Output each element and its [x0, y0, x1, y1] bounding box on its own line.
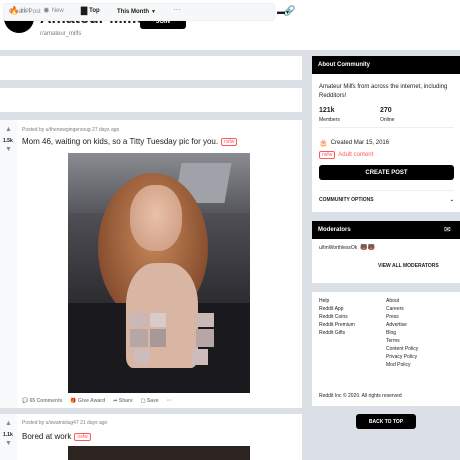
nsfw-badge: nsfw	[221, 137, 238, 146]
card-view-icon: ▬	[277, 7, 285, 16]
created-date: 🎂 Created Mar 15, 2016	[319, 139, 389, 147]
nsfw-badge: nsfw	[319, 151, 336, 159]
face	[130, 185, 182, 251]
flame-icon: 🔥	[9, 6, 19, 15]
censor-block	[130, 313, 148, 327]
footer-link[interactable]: Reddit App	[319, 306, 355, 312]
post-actions: 💬 65 Comments 🎁 Give Award ➦ Share ▢ Sav…	[22, 398, 172, 404]
footer-link[interactable]: Press	[386, 314, 418, 320]
post-title-row: Bored at work nsfw	[22, 432, 91, 441]
give-award-label: Give Award	[78, 398, 106, 404]
sort-hot[interactable]: 🔥 Hot	[9, 6, 30, 15]
copyright: Reddit Inc © 2020. All rights reserved	[319, 393, 402, 399]
sort-top-label: Top	[89, 7, 100, 14]
footer-link[interactable]: Help	[319, 298, 355, 304]
censor-block	[196, 329, 214, 347]
chevron-down-icon: ⌄	[449, 197, 454, 203]
save-label: Save	[146, 398, 159, 404]
divider	[319, 190, 454, 191]
mail-icon[interactable]: ✉	[444, 225, 451, 234]
post-meta: Posted by u/thenewgingersoug 27 days ago	[22, 127, 120, 133]
footer-link[interactable]: Mod Policy	[386, 362, 418, 368]
post-title[interactable]: Bored at work	[22, 432, 71, 441]
footer-link[interactable]: Reddit Coins	[319, 314, 355, 320]
footer-link[interactable]: About	[386, 298, 418, 304]
comments-label: 65 Comments	[29, 398, 63, 404]
about-community-heading: About Community	[312, 56, 460, 74]
moderator-item[interactable]: u/ImWorthlessOk 🐻🐻	[319, 244, 376, 252]
censor-block	[192, 349, 208, 365]
save-button[interactable]: ▢ Save	[141, 398, 159, 404]
time-period-dropdown[interactable]: This Month ▼	[113, 5, 160, 19]
chevron-down-icon: ▼	[151, 9, 156, 15]
upvote-icon[interactable]: ▲	[5, 420, 12, 427]
view-toggle[interactable]: ▬▼	[277, 7, 290, 16]
sparkle-icon: ✹	[43, 6, 50, 15]
back-to-top-button[interactable]: BACK TO TOP	[356, 414, 416, 429]
view-all-moderators-button[interactable]: VIEW ALL MODERATORS	[378, 263, 439, 269]
comments-button[interactable]: 💬 65 Comments	[22, 398, 62, 404]
created-date-label: Created Mar 15, 2016	[330, 140, 390, 146]
post-meta: Posted by u/swamislug47 21 days ago	[22, 420, 108, 426]
bar-chart-icon: ▇	[81, 6, 88, 15]
post-image[interactable]	[68, 153, 250, 393]
post-score: 1.1k	[3, 432, 13, 438]
sort-new-label: New	[51, 7, 64, 14]
adult-content-row: nsfw Adult content	[319, 151, 373, 159]
footer-link[interactable]: Reddit Gifts	[319, 330, 355, 336]
vote-column	[0, 120, 17, 408]
chevron-down-icon: ▼	[285, 10, 290, 16]
footer-link[interactable]: Terms	[386, 338, 418, 344]
community-description: Amateur Milfs from across the internet, …	[319, 84, 448, 99]
divider	[319, 127, 454, 128]
footer-link[interactable]: Careers	[386, 306, 418, 312]
time-period-label: This Month	[117, 9, 149, 15]
censor-block	[130, 329, 148, 347]
share-label: Share	[118, 398, 133, 404]
post-title-row: Mom 46, waiting on kids, so a Titty Tues…	[22, 137, 238, 146]
sort-new[interactable]: ✹ New	[43, 6, 64, 15]
moderators-heading: Moderators	[312, 221, 460, 239]
footer-links-right: About Careers Press Advertise Blog Terms…	[386, 298, 418, 368]
footer-links-left: Help Reddit App Reddit Coins Reddit Prem…	[319, 298, 355, 336]
moderator-name: u/ImWorthlessOk	[319, 244, 358, 251]
upvote-icon[interactable]: ▲	[5, 126, 12, 133]
sort-bar	[0, 88, 302, 112]
create-post-bar	[0, 56, 302, 80]
footer-link[interactable]: Content Policy	[386, 346, 418, 352]
censor-block	[150, 313, 166, 327]
footer-link[interactable]: Reddit Premium	[319, 322, 355, 328]
nsfw-badge: nsfw	[74, 432, 91, 441]
adult-content-label: Adult content	[338, 152, 374, 158]
community-options-toggle[interactable]: COMMUNITY OPTIONS ⌄	[319, 197, 454, 203]
about-community-card	[312, 56, 460, 212]
footer-link[interactable]: Blog	[386, 330, 418, 336]
post-title[interactable]: Mom 46, waiting on kids, so a Titty Tues…	[22, 137, 218, 146]
more-sort-options-icon[interactable]: ···	[173, 5, 181, 14]
award-icon: 🐻🐻	[360, 245, 376, 251]
downvote-icon[interactable]: ▼	[5, 146, 12, 153]
give-award-button[interactable]: 🎁 Give Award	[70, 398, 105, 404]
more-options-icon[interactable]: ···	[167, 398, 172, 404]
post-image[interactable]	[68, 446, 250, 460]
online-label: Online	[380, 117, 395, 123]
footer-link[interactable]: Privacy Policy	[386, 354, 418, 360]
members-label: Members	[319, 117, 340, 123]
sort-top[interactable]: ▇ Top	[81, 6, 100, 15]
members-count: 121k	[319, 107, 335, 114]
censor-block	[134, 349, 150, 365]
subreddit-name: r/amateur_milfs	[40, 31, 82, 37]
censor-block	[196, 313, 214, 327]
create-post-button[interactable]: CREATE POST	[319, 165, 454, 180]
online-count: 270	[380, 107, 392, 114]
community-options-label: COMMUNITY OPTIONS	[319, 197, 374, 203]
post-score: 1.5k	[3, 138, 13, 144]
cake-icon: 🎂	[319, 140, 328, 147]
footer-link[interactable]: Advertise	[386, 322, 418, 328]
sort-hot-label: Hot	[20, 7, 31, 14]
downvote-icon[interactable]: ▼	[5, 440, 12, 447]
censor-block	[150, 329, 166, 347]
share-button[interactable]: ➦ Share	[113, 398, 133, 404]
